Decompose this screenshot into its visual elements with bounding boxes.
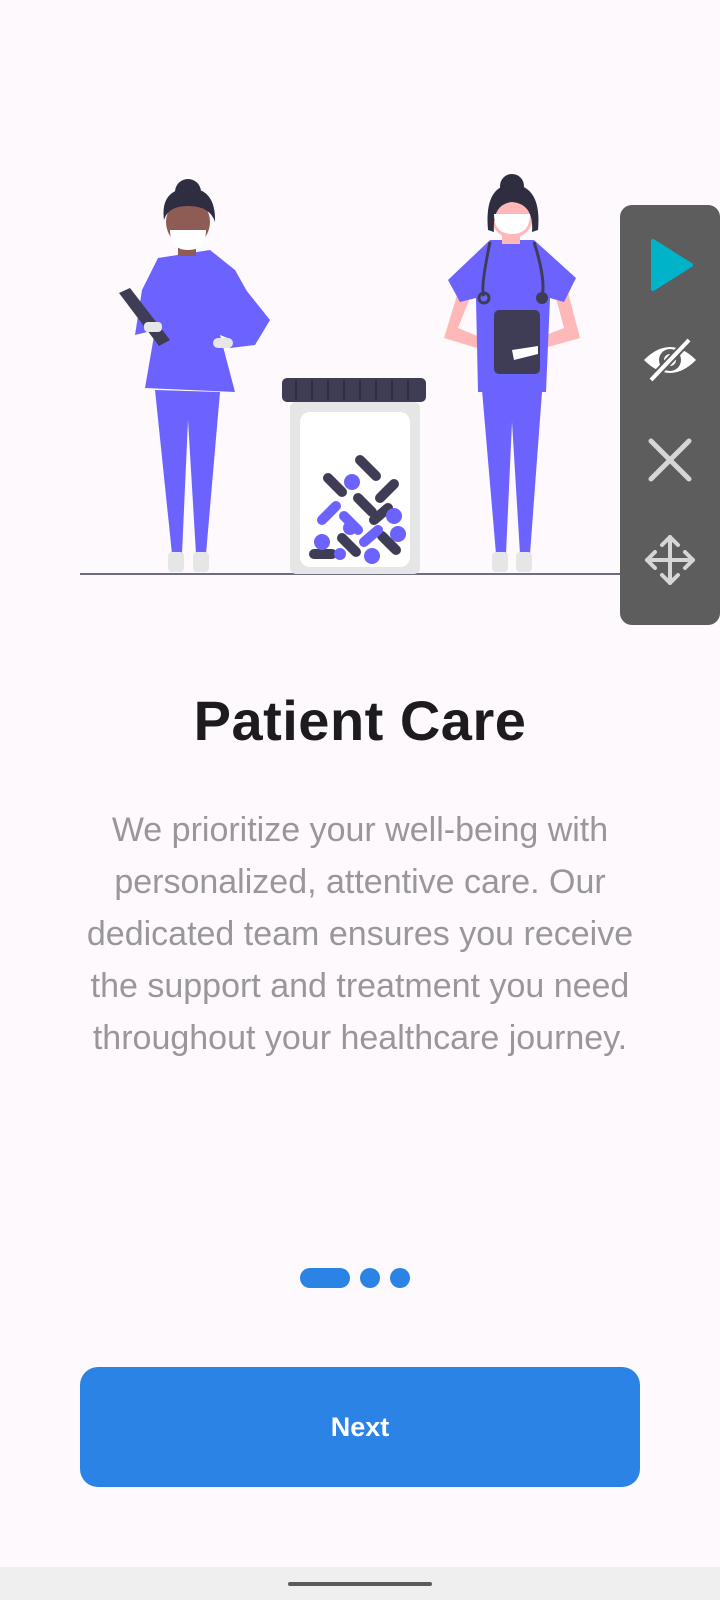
- page-description: We prioritize your well-being with perso…: [86, 811, 634, 1057]
- move-button[interactable]: [620, 515, 720, 605]
- play-button[interactable]: [620, 220, 720, 310]
- next-button[interactable]: Next: [80, 1367, 640, 1487]
- home-handle[interactable]: [288, 1582, 432, 1586]
- right-nurse-figure: [444, 174, 580, 572]
- page-indicator-dot-active[interactable]: [300, 1268, 350, 1288]
- page-indicator-dot[interactable]: [360, 1268, 380, 1288]
- hide-button[interactable]: [620, 315, 720, 405]
- status-bar: [0, 0, 720, 64]
- close-icon: [648, 438, 692, 482]
- move-icon: [645, 535, 695, 585]
- system-navigation-bar: [0, 1567, 720, 1600]
- eye-off-icon: [644, 337, 696, 383]
- pill-jar: [282, 378, 426, 574]
- play-icon: [651, 239, 693, 291]
- page-title: Patient Care: [193, 689, 527, 752]
- floating-toolbar: [620, 205, 720, 625]
- patient-care-illustration: [80, 174, 640, 575]
- onboarding-screen: Patient Care We prioritize your well-bei…: [0, 0, 720, 1600]
- left-doctor-figure: [119, 179, 270, 572]
- page-indicator: [300, 1268, 410, 1288]
- close-button[interactable]: [620, 415, 720, 505]
- page-indicator-dot[interactable]: [390, 1268, 410, 1288]
